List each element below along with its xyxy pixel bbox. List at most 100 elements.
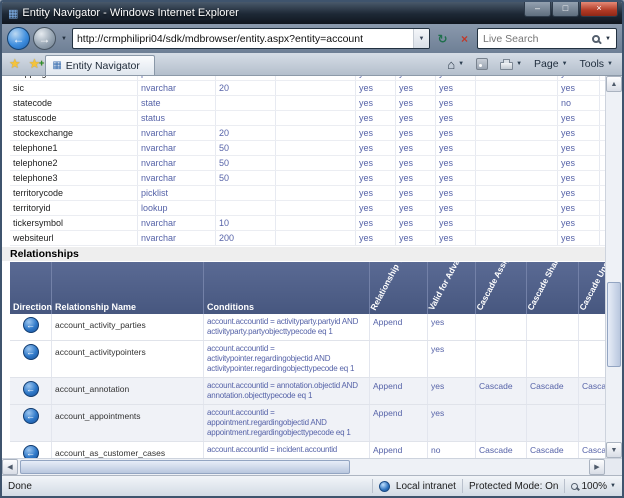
attribute-length: [216, 76, 276, 80]
direction-cell: ←: [10, 405, 52, 441]
print-button[interactable]: ▼: [495, 53, 527, 75]
tools-menu-button[interactable]: Tools ▼: [575, 53, 618, 75]
forward-button[interactable]: →: [33, 27, 56, 50]
column-header-cascade-unshare: Cascade Unshare: [579, 262, 605, 314]
zoom-dropdown-icon[interactable]: ▼: [610, 483, 616, 489]
scroll-down-icon[interactable]: ▼: [606, 442, 622, 458]
attribute-name: telephone3: [10, 171, 138, 185]
relationship-type: Append: [370, 405, 428, 441]
attribute-spacer: [276, 216, 356, 230]
attribute-flag-4: yes: [558, 216, 600, 230]
scroll-right-icon[interactable]: ▶: [589, 459, 605, 475]
direction-cell: ←: [10, 378, 52, 404]
attribute-row[interactable]: telephone2 nvarchar 50 yes yes yes yes: [10, 156, 605, 171]
attribute-spacer: [476, 81, 558, 95]
relationship-conditions: account.accountid = activitypointer.rega…: [204, 341, 370, 377]
attribute-length: 200: [216, 231, 276, 245]
attribute-flag-1: yes: [356, 96, 396, 110]
favorites-center-icon[interactable]: ★: [6, 53, 24, 75]
minimize-button[interactable]: –: [524, 2, 551, 17]
attribute-flag-3: yes: [436, 126, 476, 140]
refresh-button[interactable]: ↻: [433, 28, 452, 49]
attribute-spacer: [276, 141, 356, 155]
tab-entity-navigator[interactable]: ▦ Entity Navigator: [45, 55, 155, 75]
attribute-flag-2: yes: [396, 156, 436, 170]
attribute-flag-2: yes: [396, 126, 436, 140]
relationships-table-header: Direction Relationship Name Conditions R…: [10, 262, 605, 314]
attribute-row[interactable]: sic nvarchar 20 yes yes yes yes: [10, 81, 605, 96]
close-button[interactable]: ×: [580, 2, 618, 17]
relationship-row[interactable]: ← account_annotation account.accountid =…: [10, 378, 605, 405]
back-button[interactable]: ←: [7, 27, 30, 50]
relationship-row[interactable]: ← account_appointments account.accountid…: [10, 405, 605, 442]
cascade-unshare: [579, 405, 605, 441]
home-button[interactable]: ⌂ ▼: [442, 53, 469, 75]
relationship-type: Append: [370, 442, 428, 458]
attribute-length: 10: [216, 216, 276, 230]
print-dropdown-icon: ▼: [516, 61, 522, 67]
vertical-scroll-thumb[interactable]: [607, 282, 621, 367]
recent-pages-dropdown-icon[interactable]: ▼: [61, 36, 67, 42]
address-dropdown-icon[interactable]: ▼: [413, 29, 429, 48]
cascade-assign: [476, 341, 527, 377]
attribute-row[interactable]: stockexchange nvarchar 20 yes yes yes ye…: [10, 126, 605, 141]
attribute-row[interactable]: telephone1 nvarchar 50 yes yes yes yes: [10, 141, 605, 156]
rotated-header-label: Relationship Type: [368, 262, 411, 312]
address-input[interactable]: [73, 33, 413, 45]
attribute-row[interactable]: statecode state yes yes yes no: [10, 96, 605, 111]
attribute-spacer: [476, 216, 558, 230]
vertical-scroll-track[interactable]: [606, 92, 622, 442]
attribute-name: territorycode: [10, 186, 138, 200]
attribute-name: telephone2: [10, 156, 138, 170]
add-favorite-icon[interactable]: ★: [26, 53, 44, 75]
column-header-conditions: Conditions: [204, 262, 370, 314]
rotated-header-label: Cascade Unshare: [577, 262, 605, 312]
direction-arrow-icon[interactable]: ←: [23, 317, 39, 333]
zoom-control[interactable]: 100% ▼: [571, 481, 616, 492]
attribute-row[interactable]: telephone3 nvarchar 50 yes yes yes yes: [10, 171, 605, 186]
scroll-left-icon[interactable]: ◀: [2, 459, 18, 475]
relationship-type: Append: [370, 314, 428, 340]
relationships-table-body: ← account_activity_parties account.accou…: [10, 314, 605, 458]
relationship-name: account_as_customer_cases: [52, 442, 204, 458]
attribute-flag-1: yes: [356, 231, 396, 245]
attribute-name: websiteurl: [10, 231, 138, 245]
column-header-valid-for-advanced-find: Valid for Advanced Find: [428, 262, 476, 314]
attribute-row[interactable]: statuscode status yes yes yes yes: [10, 111, 605, 126]
attribute-flag-4: yes: [558, 111, 600, 125]
search-input[interactable]: [481, 33, 589, 45]
direction-arrow-icon[interactable]: ←: [23, 408, 39, 424]
navigation-bar: ← → ▼ ▼ ↻ × ▼: [2, 24, 622, 53]
horizontal-scroll-thumb[interactable]: [20, 460, 350, 474]
attribute-name: territoryid: [10, 201, 138, 215]
attribute-flag-3: yes: [436, 111, 476, 125]
horizontal-scrollbar[interactable]: ◀ ▶: [2, 458, 622, 475]
attribute-row[interactable]: territoryid lookup yes yes yes yes: [10, 201, 605, 216]
search-dropdown-icon[interactable]: ▼: [605, 36, 611, 42]
relationship-row[interactable]: ← account_as_customer_cases account.acco…: [10, 442, 605, 458]
attribute-row[interactable]: territorycode picklist yes yes yes yes: [10, 186, 605, 201]
attribute-row[interactable]: tickersymbol nvarchar 10 yes yes yes yes: [10, 216, 605, 231]
feeds-icon: [476, 58, 488, 70]
attribute-type: nvarchar: [138, 231, 216, 245]
stop-button[interactable]: ×: [455, 28, 474, 49]
vertical-scrollbar[interactable]: ▲ ▼: [605, 76, 622, 458]
attribute-flag-4: yes: [558, 201, 600, 215]
column-header-relationship-name: Relationship Name: [52, 262, 204, 314]
horizontal-scroll-track[interactable]: [18, 459, 589, 475]
direction-arrow-icon[interactable]: ←: [23, 381, 39, 397]
title-bar[interactable]: ▦ Entity Navigator - Windows Internet Ex…: [2, 2, 622, 24]
direction-arrow-icon[interactable]: ←: [23, 344, 39, 360]
search-icon[interactable]: [592, 35, 600, 43]
feeds-button[interactable]: [471, 53, 493, 75]
attribute-row[interactable]: websiteurl nvarchar 200 yes yes yes yes: [10, 231, 605, 246]
relationship-row[interactable]: ← account_activity_parties account.accou…: [10, 314, 605, 341]
maximize-button[interactable]: □: [552, 2, 579, 17]
page-menu-button[interactable]: Page ▼: [529, 53, 572, 75]
rotated-header-label: Valid for Advanced Find: [426, 262, 480, 312]
status-divider: [564, 479, 565, 493]
attribute-spacer: [276, 126, 356, 140]
relationship-row[interactable]: ← account_activitypointers account.accou…: [10, 341, 605, 378]
scroll-up-icon[interactable]: ▲: [606, 76, 622, 92]
direction-arrow-icon[interactable]: ←: [23, 445, 39, 458]
